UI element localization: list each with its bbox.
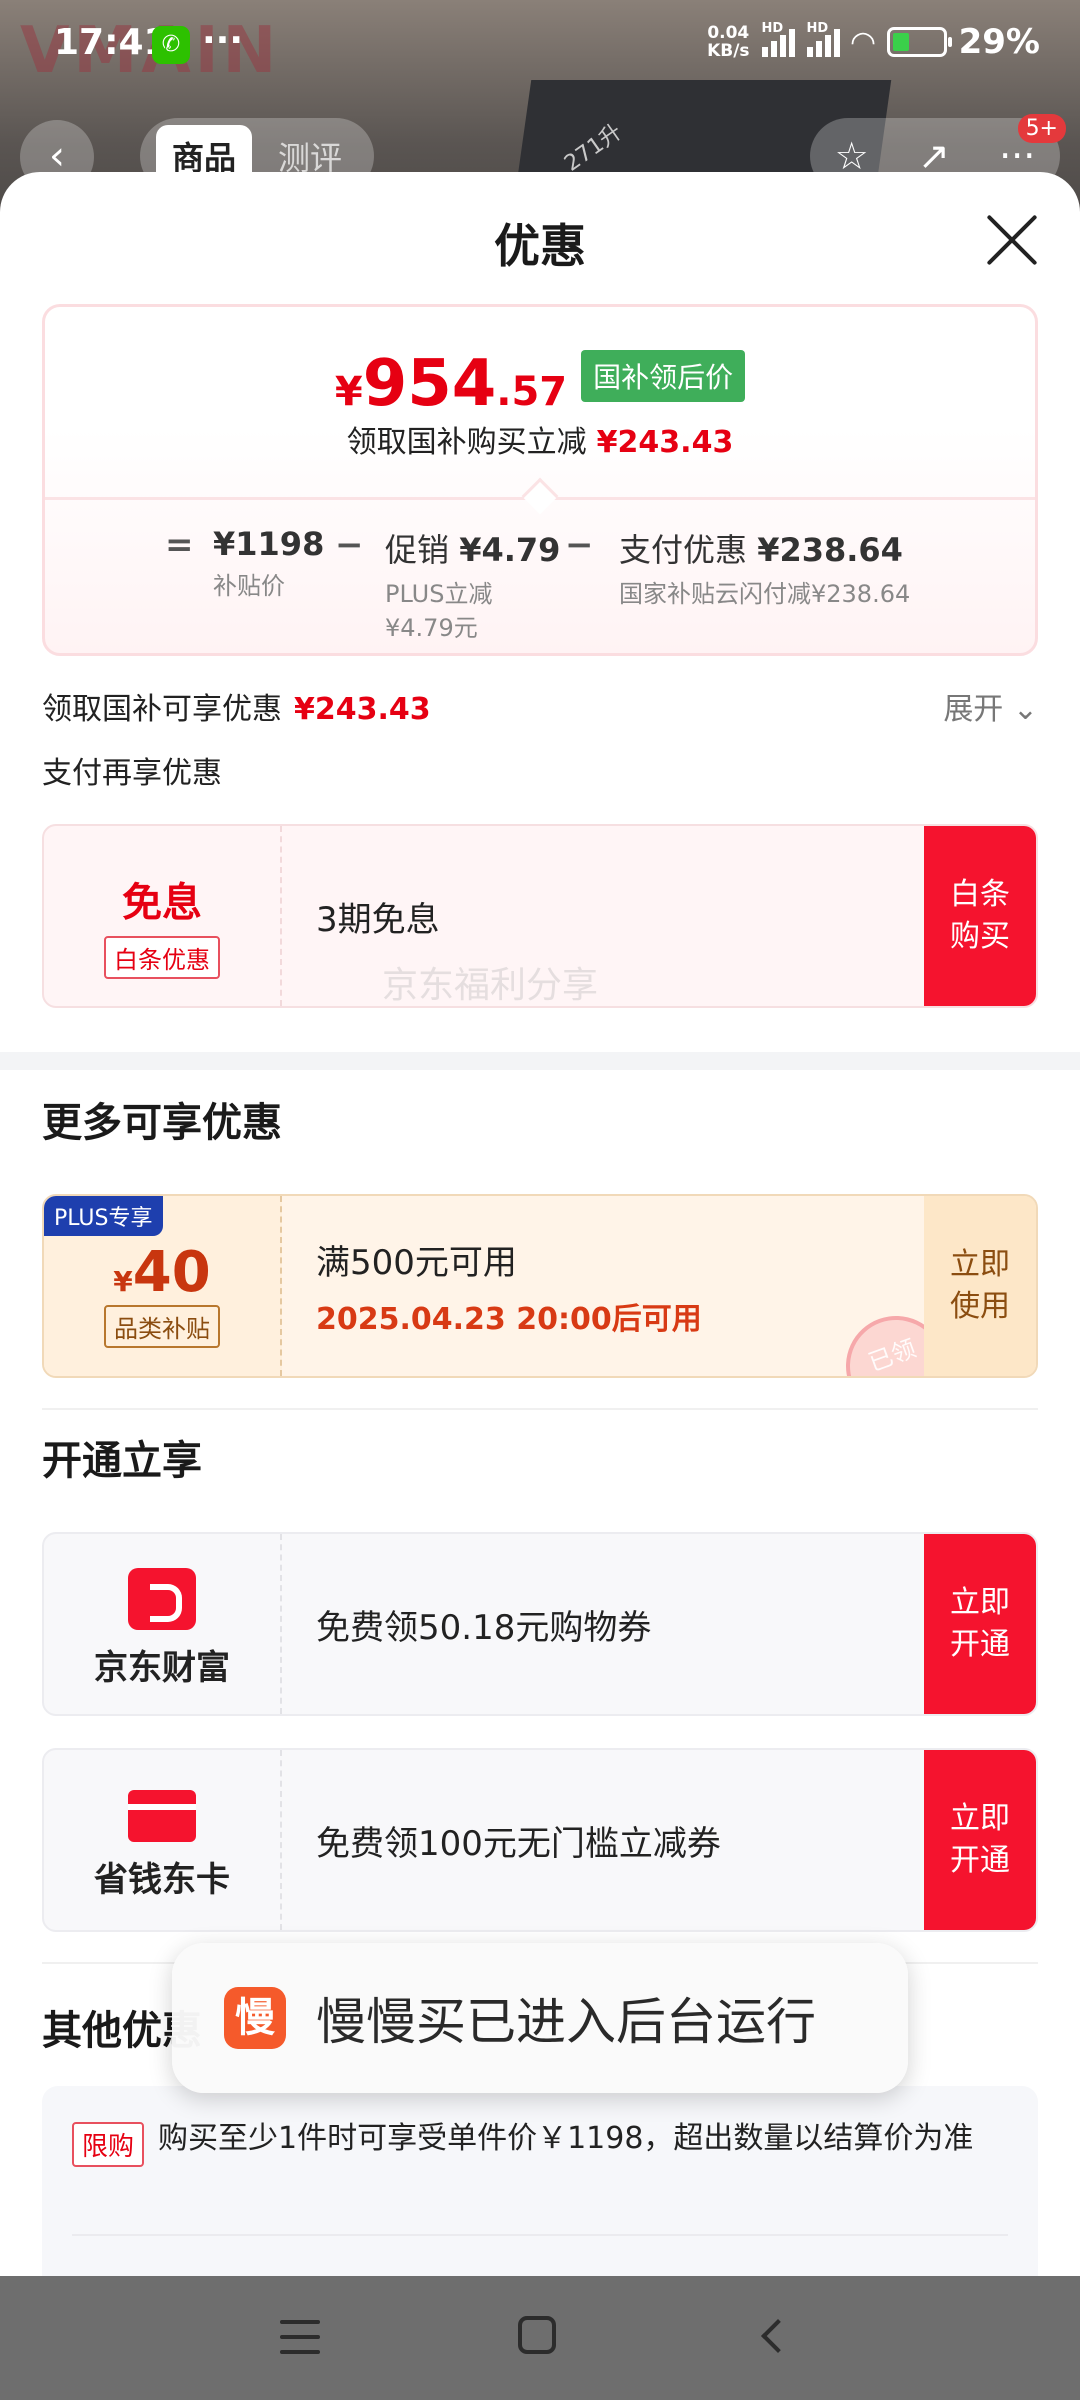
baitiao-buy-button[interactable]: 白条购买 <box>924 826 1036 1006</box>
watermark-text: 京东福利分享 <box>382 965 599 1006</box>
subsidy-price-tag: 国补领后价 <box>581 350 746 402</box>
plus-coupon-badge: PLUS专享 ¥40 品类补贴 <box>44 1196 282 1376</box>
status-bar: 17:41 ✆ ··· 0.04 KB/s HD HD ◠ 29% <box>0 0 1080 90</box>
equals-sign: = <box>165 525 194 565</box>
pay-discount-caption: 国家补贴云闪付减¥238.64 <box>619 580 911 608</box>
manmanbuy-app-icon: 慢 <box>224 1987 286 2049</box>
promo-caption: PLUS立减 ¥4.79元 <box>385 580 493 642</box>
divider <box>42 1408 1038 1410</box>
jd-wealth-name: 京东财富 <box>94 1648 230 1688</box>
baitiao-offer-text: 3期免息 <box>316 899 440 940</box>
open-benefits-title: 开通立享 <box>42 1438 202 1484</box>
gov-subsidy-line: 领取国补可享优惠 ¥243.43 <box>42 692 431 727</box>
section-separator <box>0 1052 1080 1070</box>
jd-wealth-logo-icon <box>128 1568 196 1630</box>
subsidy-summary: 领取国补购买立减 ¥243.43 <box>346 425 734 460</box>
minus-sign-1: − <box>335 525 364 565</box>
toast-text: 慢慢买已进入后台运行 <box>316 1993 816 2051</box>
baitiao-offer-badge: 免息 白条优惠 <box>44 826 282 1006</box>
final-price: ¥954.57 <box>334 347 568 421</box>
sheet-title: 优惠 <box>494 219 586 273</box>
battery-percent: 29% <box>958 22 1040 62</box>
network-speed: 0.04 KB/s <box>707 23 750 61</box>
coupon-condition: 满500元可用 <box>316 1242 517 1283</box>
limit-tag: 限购 <box>72 2122 145 2167</box>
wifi-icon: ◠ <box>851 24 875 60</box>
home-icon[interactable] <box>518 2316 556 2354</box>
signal-icon-2: HD <box>806 21 840 57</box>
more-offers-title: 更多可享优惠 <box>42 1100 282 1146</box>
final-price-row: ¥954.57 国补领后价 <box>45 347 1035 421</box>
coupon-valid-time: 2025.04.23 20:00后可用 <box>316 1301 702 1337</box>
interest-free-label: 免息 <box>122 880 202 926</box>
save-card-card: 省钱东卡 免费领100元无门槛立减券 立即开通 <box>42 1748 1038 1932</box>
menu-icon[interactable] <box>280 2320 320 2354</box>
base-price-caption: 补贴价 <box>213 572 285 600</box>
promo-line: 促销 ¥4.79 <box>385 531 561 569</box>
jd-wealth-activate-button[interactable]: 立即开通 <box>924 1534 1036 1714</box>
expand-button[interactable]: 展开 ⌄ <box>943 684 1038 728</box>
more-notifications-icon: ··· <box>202 20 244 61</box>
coupon-amount: ¥40 <box>113 1240 211 1305</box>
background-running-toast: 慢 慢慢买已进入后台运行 <box>172 1943 908 2093</box>
plus-exclusive-tag: PLUS专享 <box>44 1196 163 1236</box>
jd-wealth-offer-text: 免费领50.18元购物券 <box>316 1607 652 1648</box>
save-card-offer-text: 免费领100元无门槛立减券 <box>316 1823 721 1864</box>
pay-section-heading: 支付再享优惠 <box>42 756 222 791</box>
plus-coupon-card: PLUS专享 ¥40 品类补贴 满500元可用 2025.04.23 20:00… <box>42 1194 1038 1378</box>
signal-icon: HD <box>761 21 795 57</box>
price-breakdown-card: ¥954.57 国补领后价 领取国补购买立减 ¥243.43 = ¥1198 补贴价… <box>42 304 1038 656</box>
base-price-value: ¥1198 <box>213 525 325 563</box>
close-icon[interactable] <box>984 212 1040 268</box>
jd-wealth-card: 京东财富 免费领50.18元购物券 立即开通 <box>42 1532 1038 1716</box>
back-nav-icon[interactable] <box>761 2319 795 2353</box>
base-price-block: ¥1198 补贴价 <box>213 525 324 603</box>
use-coupon-button[interactable]: 立即使用 <box>924 1196 1036 1376</box>
save-card-name: 省钱东卡 <box>94 1860 230 1900</box>
card-notch <box>521 477 559 515</box>
status-right-cluster: 0.04 KB/s HD HD ◠ 29% <box>707 21 1040 62</box>
wechat-icon: ✆ <box>152 26 190 64</box>
pay-discount-block: 支付优惠 ¥238.64 国家补贴云闪付减¥238.64 <box>619 525 910 611</box>
battery-icon <box>886 27 952 57</box>
promo-block: 促销 ¥4.79 PLUS立减 ¥4.79元 <box>385 525 560 645</box>
system-navigation-bar <box>0 2276 1080 2400</box>
pay-discount-line: 支付优惠 ¥238.64 <box>619 531 903 569</box>
minus-sign-2: − <box>565 525 594 565</box>
purchase-limit-box: 限购 购买至少1件时可享受单件价￥1198，超出数量以结算价为准 <box>42 2086 1038 2276</box>
save-card-logo-icon <box>128 1790 196 1842</box>
save-card-activate-button[interactable]: 立即开通 <box>924 1750 1036 1930</box>
chevron-down-icon: ⌄ <box>1012 692 1038 727</box>
category-subsidy-chip: 品类补贴 <box>104 1305 220 1348</box>
message-badge: 5+ <box>1017 114 1066 143</box>
limit-text: 购买至少1件时可享受单件价￥1198，超出数量以结算价为准 <box>158 2121 974 2156</box>
limit-divider <box>72 2234 1008 2236</box>
baitiao-chip: 白条优惠 <box>104 936 220 979</box>
